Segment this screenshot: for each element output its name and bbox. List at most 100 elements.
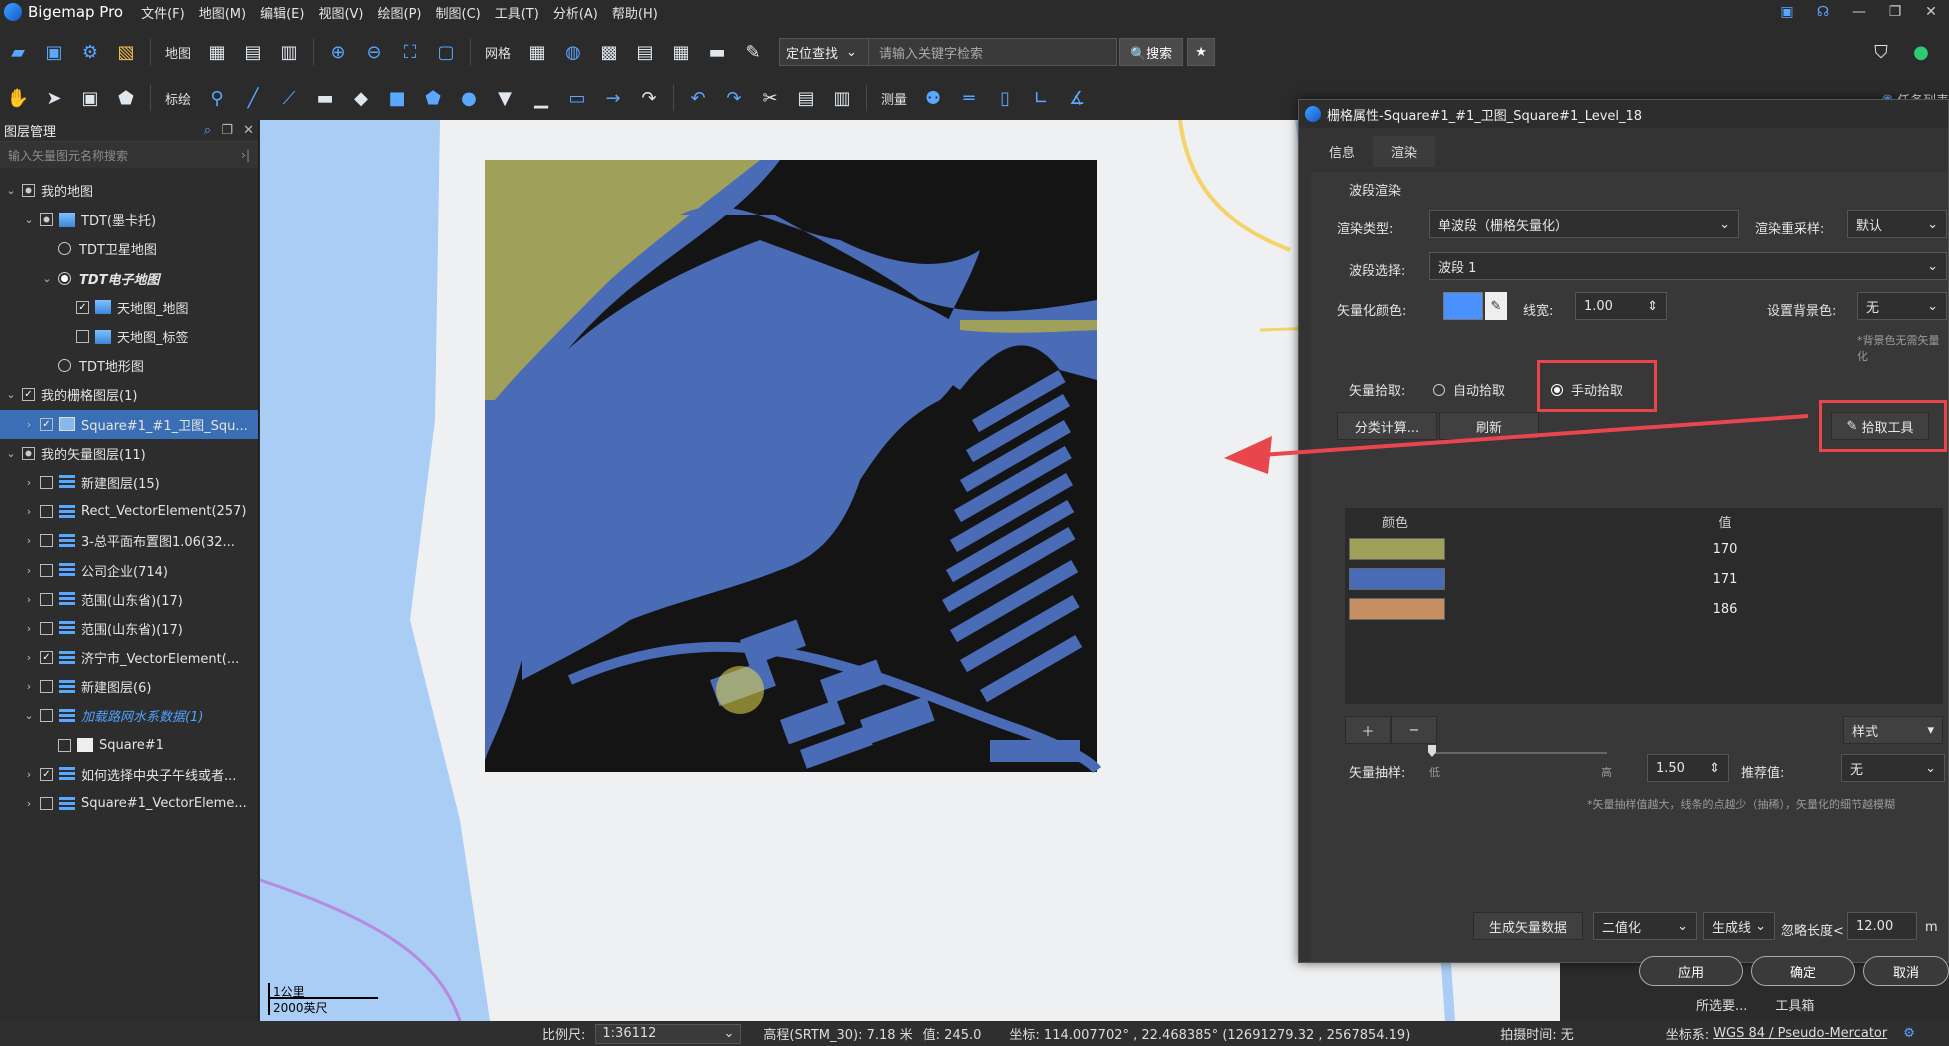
measure-distance-icon[interactable]: ═ bbox=[954, 83, 984, 113]
menu-cartography[interactable]: 制图(C) bbox=[436, 3, 481, 22]
slider-handle[interactable] bbox=[1428, 745, 1436, 757]
table-row[interactable]: 186 bbox=[1345, 594, 1943, 624]
line-icon[interactable]: ╱ bbox=[238, 83, 268, 113]
apply-button[interactable]: 应用 bbox=[1639, 956, 1743, 986]
close-button[interactable]: ✕ bbox=[1913, 4, 1949, 20]
full-screen-icon[interactable]: ▢ bbox=[431, 37, 461, 67]
color-swatch[interactable] bbox=[1349, 568, 1445, 590]
layer-checkbox[interactable] bbox=[40, 709, 53, 723]
brush-icon[interactable]: ✎ bbox=[738, 37, 768, 67]
layer-tree-item[interactable]: › Square#1_VectorEleme... bbox=[0, 789, 258, 818]
binarize-select[interactable]: 二值化 ⌄ bbox=[1593, 912, 1697, 940]
chevron-right-icon[interactable]: › bbox=[22, 680, 36, 693]
layer-checkbox[interactable] bbox=[40, 534, 53, 548]
color-swatch[interactable] bbox=[1349, 598, 1445, 620]
close-icon[interactable]: ✕ bbox=[243, 123, 254, 138]
layer-tree-item[interactable]: › 3-总平面布置图1.06(32... bbox=[0, 526, 258, 555]
layer-checkbox[interactable]: ✓ bbox=[22, 388, 35, 402]
recommend-select[interactable]: 无 ⌄ bbox=[1841, 754, 1945, 782]
measure-azimuth-icon[interactable]: ∡ bbox=[1062, 83, 1092, 113]
annotate-label[interactable]: 标绘 bbox=[165, 89, 191, 108]
message-icon[interactable]: ▣ bbox=[1769, 4, 1805, 20]
layer-tree-item[interactable]: › 范围(山东省)(17) bbox=[0, 614, 258, 643]
ok-button[interactable]: 确定 bbox=[1751, 956, 1855, 986]
layer-tree-item[interactable]: › ✓ 济宁市_VectorElement(... bbox=[0, 643, 258, 672]
search-icon[interactable]: ⌕ bbox=[204, 123, 211, 138]
layer-tree-item[interactable]: ⌄ TDT(墨卡托) bbox=[0, 205, 258, 234]
layer-checkbox[interactable]: ✓ bbox=[40, 767, 53, 781]
chevron-right-icon[interactable]: › bbox=[22, 534, 36, 547]
layer-checkbox[interactable] bbox=[40, 475, 53, 489]
menu-help[interactable]: 帮助(H) bbox=[612, 3, 658, 22]
ignore-length-input[interactable]: 12.00 bbox=[1847, 912, 1917, 940]
line-width-spinner[interactable]: 1.00 ⇕ bbox=[1575, 292, 1667, 320]
settings-icon[interactable]: ⚙ bbox=[75, 37, 105, 67]
table-row[interactable]: 171 bbox=[1345, 564, 1943, 594]
layer-checkbox[interactable] bbox=[40, 621, 53, 635]
redo-icon[interactable]: ↷ bbox=[719, 83, 749, 113]
chevron-right-icon[interactable]: › bbox=[22, 564, 36, 577]
user-pin-icon[interactable]: ⚉ bbox=[918, 83, 948, 113]
grid-toolbar-label[interactable]: 网格 bbox=[485, 43, 511, 62]
table-icon[interactable]: ▤ bbox=[791, 83, 821, 113]
add-row-button[interactable]: ＋ bbox=[1345, 716, 1391, 744]
open-folder-icon[interactable]: ▰ bbox=[3, 37, 33, 67]
ruler-icon[interactable]: ▁ bbox=[526, 83, 556, 113]
layer-tree-item[interactable]: › 新建图层(15) bbox=[0, 468, 258, 497]
chevron-right-icon[interactable]: › bbox=[22, 418, 36, 431]
layer-tree-item[interactable]: ✓ 天地图_地图 bbox=[0, 293, 258, 322]
map-toolbar-label[interactable]: 地图 bbox=[165, 43, 191, 62]
generate-vector-button[interactable]: 生成矢量数据 bbox=[1473, 912, 1583, 940]
comment-icon[interactable]: ▭ bbox=[562, 83, 592, 113]
table-row[interactable]: 170 bbox=[1345, 534, 1943, 564]
layer-tree-item[interactable]: › 公司企业(714) bbox=[0, 555, 258, 584]
layer-tree-item[interactable]: TDT地形图 bbox=[0, 351, 258, 380]
select-arrow-icon[interactable]: ➤ bbox=[39, 83, 69, 113]
menu-analysis[interactable]: 分析(A) bbox=[553, 3, 598, 22]
table2-icon[interactable]: ▥ bbox=[827, 83, 857, 113]
map-dropdown-icon[interactable]: ▥ bbox=[274, 37, 304, 67]
band-select[interactable]: 波段 1 ⌄ bbox=[1429, 252, 1947, 280]
scale-select[interactable]: 1:36112 ⌄ bbox=[595, 1023, 742, 1044]
refresh-button[interactable]: 刷新 bbox=[1439, 412, 1539, 440]
rectangle-icon[interactable]: ▬ bbox=[310, 83, 340, 113]
chevron-down-icon[interactable]: ⌄ bbox=[40, 272, 54, 285]
curve-arrow-icon[interactable]: ↷ bbox=[634, 83, 664, 113]
map-layer-icon[interactable]: ▦ bbox=[202, 37, 232, 67]
chevron-right-icon[interactable]: › bbox=[22, 476, 36, 489]
layer-radio[interactable] bbox=[58, 242, 71, 256]
layer-filter-input[interactable]: 输入矢量图元名称搜索 ›| bbox=[0, 142, 258, 168]
menu-draw[interactable]: 绘图(P) bbox=[378, 3, 422, 22]
maximize-button[interactable]: ❐ bbox=[1877, 4, 1913, 20]
layer-tree-item[interactable]: ⌄ 加载路网水系数据(1) bbox=[0, 701, 258, 730]
layer-checkbox[interactable] bbox=[40, 680, 53, 694]
arrow-right-icon[interactable]: → bbox=[598, 83, 628, 113]
layer-tree-item[interactable]: ⌄ 我的地图 bbox=[0, 176, 258, 205]
chevron-down-icon[interactable]: ⌄ bbox=[22, 709, 36, 722]
square-icon[interactable]: ■ bbox=[382, 83, 412, 113]
chevron-down-icon[interactable]: ⌄ bbox=[4, 388, 18, 401]
layer-radio[interactable] bbox=[58, 271, 71, 285]
eyedropper-icon[interactable]: ✎ bbox=[1485, 292, 1507, 320]
measure-label[interactable]: 测量 bbox=[881, 89, 907, 108]
circle-icon[interactable]: ● bbox=[454, 83, 484, 113]
layer-tree-item[interactable]: Square#1 bbox=[0, 731, 258, 760]
km-grid-icon[interactable]: ▩ bbox=[594, 37, 624, 67]
chevron-right-icon[interactable]: › bbox=[22, 651, 36, 664]
folder-icon[interactable]: ▬ bbox=[702, 37, 732, 67]
globe-icon[interactable]: ◍ bbox=[558, 37, 588, 67]
zoom-out-icon[interactable]: ⊖ bbox=[359, 37, 389, 67]
sampling-spinner[interactable]: 1.50 ⇕ bbox=[1647, 754, 1729, 782]
layer-checkbox[interactable] bbox=[22, 446, 35, 460]
headset-icon[interactable]: ☊ bbox=[1805, 4, 1841, 20]
pan-hand-icon[interactable]: ✋ bbox=[3, 83, 33, 113]
style-button[interactable]: 样式 ▾ bbox=[1843, 716, 1943, 744]
select-shape-icon[interactable]: ⬟ bbox=[111, 83, 141, 113]
layer-checkbox[interactable]: ✓ bbox=[40, 417, 53, 431]
funnel-icon[interactable]: ▼ bbox=[490, 83, 520, 113]
menu-edit[interactable]: 编辑(E) bbox=[260, 3, 304, 22]
vector-color-swatch[interactable] bbox=[1443, 292, 1483, 320]
float-icon[interactable]: ❐ bbox=[221, 123, 233, 138]
chevron-right-icon[interactable]: › bbox=[22, 593, 36, 606]
save-icon[interactable]: ▣ bbox=[39, 37, 69, 67]
